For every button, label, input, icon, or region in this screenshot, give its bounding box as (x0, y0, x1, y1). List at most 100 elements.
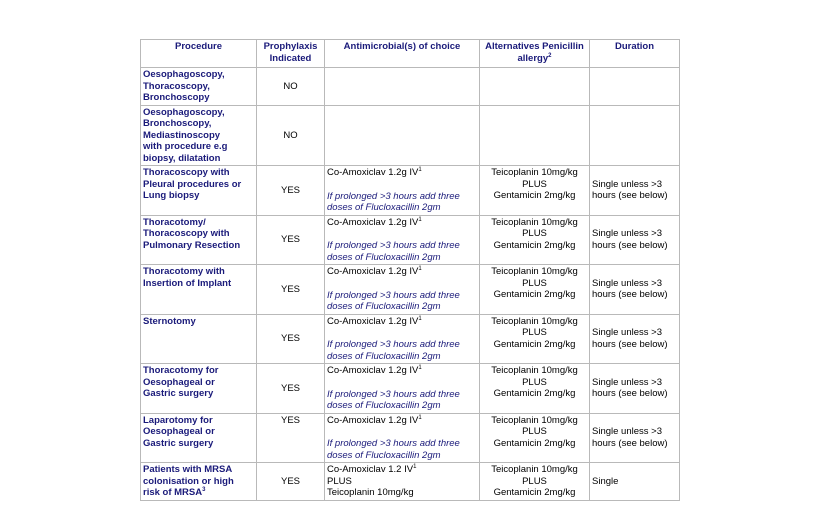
alternatives-cell (479, 67, 590, 106)
alt-line: PLUS (522, 475, 547, 487)
antimicrobial-cell: Co-Amoxiclav 1.2 IV1 PLUS Teicoplanin 10… (324, 462, 480, 501)
duration-cell (589, 104, 680, 166)
procedure-cell: Laparotomy for Oesophageal or Gastric su… (140, 412, 257, 463)
alt-line: Gentamicin 2mg/kg (493, 239, 576, 251)
alt-line: PLUS (522, 277, 547, 289)
alt-line: Gentamicin 2mg/kg (493, 388, 576, 399)
alt-line: PLUS (522, 376, 547, 388)
indicated-cell: YES (256, 264, 325, 315)
alt-line: Teicoplanin 10mg/kg (491, 414, 578, 426)
duration-cell: Single (589, 462, 680, 501)
procedure-line: Oesophageal or (143, 426, 215, 437)
duration-cell: Single unless >3 hours (see below) (589, 214, 680, 265)
procedure-line: Thoracotomy with (143, 266, 225, 277)
antimicrobial-cell: Co-Amoxiclav 1.2g IV1 If prolonged >3 ho… (324, 412, 480, 463)
table-row: Oesophagoscopy, Thoracoscopy, Bronchosco… (140, 67, 680, 106)
procedure-line: Pulmonary Resection (143, 239, 241, 251)
alt-line: Gentamicin 2mg/kg (493, 338, 576, 350)
table-row: Thoracotomy/ Thoracoscopy with Pulmonary… (140, 214, 680, 265)
duration-cell (589, 67, 680, 106)
alternatives-cell: Teicoplanin 10mg/kg PLUS Gentamicin 2mg/… (479, 412, 590, 463)
antimicrobial-sup: 1 (418, 414, 422, 421)
table-row: Thoracotomy for Oesophageal or Gastric s… (140, 363, 680, 414)
procedure-line: Bronchoscopy (143, 92, 210, 103)
indicated-cell: YES (256, 412, 325, 463)
antimicrobial-text: Co-Amoxiclav 1.2g IV (327, 167, 419, 178)
prophylaxis-table: Procedure Prophylaxis Indicated Antimicr… (140, 39, 680, 501)
table-row: Patients with MRSA colonisation or high … (140, 462, 680, 501)
alt-line: PLUS (522, 426, 547, 437)
antimicrobial-cell: Co-Amoxiclav 1.2g IV1 If prolonged >3 ho… (324, 363, 480, 414)
procedure-line: Gastric surgery (143, 437, 214, 449)
procedure-line: Gastric surgery (143, 388, 214, 399)
antimicrobial-cell (324, 67, 480, 106)
procedure-sup: 3 (202, 487, 206, 493)
procedure-line: Thoracoscopy, (143, 80, 210, 92)
header-duration: Duration (589, 39, 680, 68)
header-alternatives: Alternatives Penicillin allergy2 (479, 39, 590, 68)
duration-cell: Single unless >3 hours (see below) (589, 165, 680, 216)
antimicrobial-text: Co-Amoxiclav 1.2g IV (327, 216, 419, 228)
antimicrobial-cell: Co-Amoxiclav 1.2g IV1 If prolonged >3 ho… (324, 264, 480, 315)
indicated-cell: NO (256, 67, 325, 106)
procedure-line: Insertion of Implant (143, 277, 232, 289)
alternatives-cell: Teicoplanin 10mg/kg PLUS Gentamicin 2mg/… (479, 363, 590, 414)
procedure-line-text: risk of MRSA (143, 487, 203, 498)
header-alternatives-sup: 2 (548, 52, 552, 59)
antimicrobial-sup: 1 (418, 266, 422, 272)
antimicrobial-text: Co-Amoxiclav 1.2g IV (327, 365, 419, 376)
prophylaxis-table-container: Procedure Prophylaxis Indicated Antimicr… (140, 39, 680, 501)
procedure-cell: Thoracotomy with Insertion of Implant (140, 264, 257, 315)
antimicrobial-cell: Co-Amoxiclav 1.2g IV1 If prolonged >3 ho… (324, 165, 480, 216)
procedure-line: Thoracoscopy with (143, 228, 230, 239)
antimicrobial-text: Co-Amoxiclav 1.2 IV (327, 464, 414, 475)
alternatives-cell: Teicoplanin 10mg/kg PLUS Gentamicin 2mg/… (479, 214, 590, 265)
procedure-line: colonisation or high (143, 475, 234, 487)
procedure-cell: Patients with MRSA colonisation or high … (140, 462, 257, 501)
alternatives-cell: Teicoplanin 10mg/kg PLUS Gentamicin 2mg/… (479, 313, 590, 364)
antimicrobial-sup: 1 (418, 315, 422, 322)
antimicrobial-cell (324, 104, 480, 166)
alt-line: Gentamicin 2mg/kg (493, 190, 576, 201)
alternatives-cell: Teicoplanin 10mg/kg PLUS Gentamicin 2mg/… (479, 462, 590, 501)
table-row: Thoracotomy with Insertion of Implant YE… (140, 264, 680, 315)
indicated-cell: YES (256, 363, 325, 414)
antimicrobial-text: Co-Amoxiclav 1.2g IV (327, 414, 419, 426)
indicated-cell: YES (256, 214, 325, 265)
table-row: Laparotomy for Oesophageal or Gastric su… (140, 412, 680, 463)
alt-line: Gentamicin 2mg/kg (493, 437, 576, 449)
procedure-line: Oesophageal or (143, 376, 215, 388)
prolonged-note: If prolonged >3 hours add three doses of… (327, 438, 460, 461)
procedure-line: Mediastinoscopy (143, 129, 221, 141)
prolonged-note: If prolonged >3 hours add three doses of… (327, 190, 460, 214)
procedure-line: Laparotomy for (143, 414, 213, 426)
alternatives-cell: Teicoplanin 10mg/kg PLUS Gentamicin 2mg/… (479, 165, 590, 216)
antimicrobial-text: Co-Amoxiclav 1.2g IV (327, 315, 419, 327)
header-alternatives-text: Alternatives Penicillin allergy (485, 41, 584, 64)
antimicrobial-cell: Co-Amoxiclav 1.2g IV1 If prolonged >3 ho… (324, 214, 480, 265)
duration-cell: Single unless >3 hours (see below) (589, 363, 680, 414)
procedure-line: Bronchoscopy, (143, 118, 212, 129)
procedure-line: risk of MRSA3 (143, 487, 254, 499)
header-procedure: Procedure (140, 39, 257, 68)
procedure-line: biopsy, dilatation (143, 152, 221, 164)
duration-cell: Single unless >3 hours (see below) (589, 313, 680, 364)
alt-line: Teicoplanin 10mg/kg (491, 216, 578, 228)
alt-line: Teicoplanin 10mg/kg (491, 365, 578, 376)
indicated-cell: YES (256, 165, 325, 216)
indicated-cell: YES (256, 462, 325, 501)
table-row: Thoracoscopy with Pleural procedures or … (140, 165, 680, 216)
antimicrobial-sup: 1 (418, 216, 422, 223)
procedure-line: Thoracotomy/ (143, 216, 206, 228)
indicated-cell: NO (256, 104, 325, 166)
antimicrobial-cell: Co-Amoxiclav 1.2g IV1 If prolonged >3 ho… (324, 313, 480, 364)
header-row: Procedure Prophylaxis Indicated Antimicr… (140, 39, 680, 68)
alt-line: Teicoplanin 10mg/kg (491, 315, 578, 327)
duration-cell: Single unless >3 hours (see below) (589, 412, 680, 463)
table-row: Sternotomy YES Co-Amoxiclav 1.2g IV1 If … (140, 313, 680, 364)
prolonged-note: If prolonged >3 hours add three doses of… (327, 289, 460, 313)
alt-line: PLUS (522, 327, 547, 338)
procedure-line: Thoracoscopy with (143, 167, 230, 178)
procedure-line: Oesophagoscopy, (143, 69, 225, 80)
prolonged-note: If prolonged >3 hours add three doses of… (327, 240, 460, 263)
